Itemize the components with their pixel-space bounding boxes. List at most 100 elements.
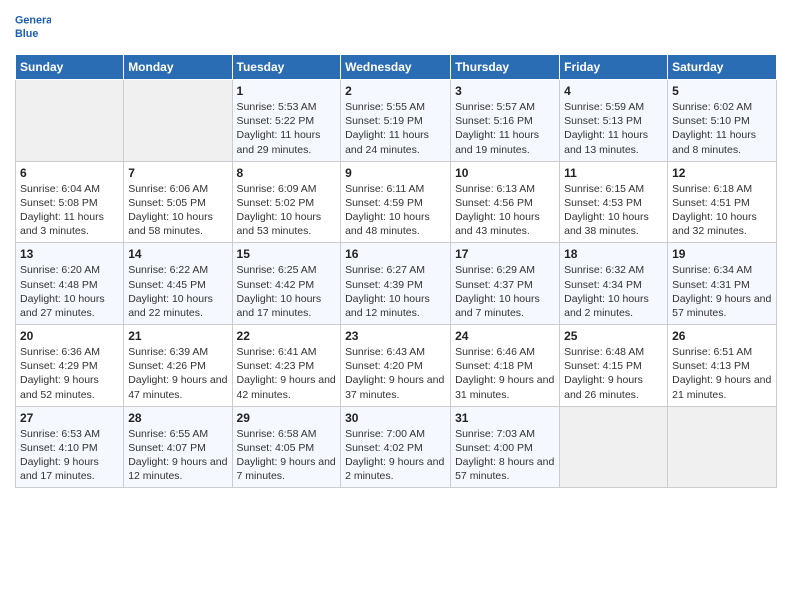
page: General Blue SundayMondayTuesdayWednesda… [0,0,792,612]
day-info: Sunrise: 7:03 AM Sunset: 4:00 PM Dayligh… [455,427,555,484]
day-number: 2 [345,84,446,98]
day-number: 10 [455,166,555,180]
weekday-header-friday: Friday [560,55,668,80]
weekday-header-wednesday: Wednesday [341,55,451,80]
day-info: Sunrise: 6:18 AM Sunset: 4:51 PM Dayligh… [672,182,772,239]
day-number: 13 [20,247,119,261]
calendar-cell: 10 Sunrise: 6:13 AM Sunset: 4:56 PM Dayli… [451,161,560,243]
day-info: Sunrise: 6:43 AM Sunset: 4:20 PM Dayligh… [345,345,446,402]
day-number: 18 [564,247,663,261]
day-info: Sunrise: 6:55 AM Sunset: 4:07 PM Dayligh… [128,427,227,484]
calendar-cell: 4Sunrise: 5:59 AM Sunset: 5:13 PM Daylig… [560,80,668,162]
day-number: 9 [345,166,446,180]
day-number: 19 [672,247,772,261]
day-number: 15 [237,247,337,261]
day-info: Sunrise: 6:39 AM Sunset: 4:26 PM Dayligh… [128,345,227,402]
calendar-week-2: 6 Sunrise: 6:04 AM Sunset: 5:08 PM Daylig… [16,161,777,243]
calendar-cell: 25 Sunrise: 6:48 AM Sunset: 4:15 PM Dayli… [560,325,668,407]
calendar-cell: 27Sunrise: 6:53 AM Sunset: 4:10 PM Dayli… [16,406,124,488]
day-number: 23 [345,329,446,343]
day-info: Sunrise: 5:53 AM Sunset: 5:22 PM Dayligh… [237,100,337,157]
svg-text:Blue: Blue [15,28,38,40]
calendar-cell: 5 Sunrise: 6:02 AM Sunset: 5:10 PM Daylig… [668,80,777,162]
day-number: 28 [128,411,227,425]
calendar-cell: 12 Sunrise: 6:18 AM Sunset: 4:51 PM Dayli… [668,161,777,243]
day-info: Sunrise: 6:11 AM Sunset: 4:59 PM Dayligh… [345,182,446,239]
day-info: Sunrise: 6:20 AM Sunset: 4:48 PM Dayligh… [20,263,119,320]
day-info: Sunrise: 6:29 AM Sunset: 4:37 PM Dayligh… [455,263,555,320]
calendar-cell: 22Sunrise: 6:41 AM Sunset: 4:23 PM Dayli… [232,325,341,407]
day-info: Sunrise: 6:25 AM Sunset: 4:42 PM Dayligh… [237,263,337,320]
day-info: Sunrise: 6:41 AM Sunset: 4:23 PM Dayligh… [237,345,337,402]
day-info: Sunrise: 6:48 AM Sunset: 4:15 PM Dayligh… [564,345,663,402]
day-number: 1 [237,84,337,98]
weekday-header-sunday: Sunday [16,55,124,80]
calendar-cell [560,406,668,488]
calendar-week-3: 13 Sunrise: 6:20 AM Sunset: 4:48 PM Dayli… [16,243,777,325]
calendar-cell: 1 Sunrise: 5:53 AM Sunset: 5:22 PM Daylig… [232,80,341,162]
calendar-cell: 18 Sunrise: 6:32 AM Sunset: 4:34 PM Dayli… [560,243,668,325]
day-info: Sunrise: 6:09 AM Sunset: 5:02 PM Dayligh… [237,182,337,239]
day-info: Sunrise: 6:02 AM Sunset: 5:10 PM Dayligh… [672,100,772,157]
calendar-cell: 8 Sunrise: 6:09 AM Sunset: 5:02 PM Daylig… [232,161,341,243]
day-info: Sunrise: 6:06 AM Sunset: 5:05 PM Dayligh… [128,182,227,239]
logo-icon: General Blue [15,10,51,46]
day-number: 24 [455,329,555,343]
calendar-cell: 29Sunrise: 6:58 AM Sunset: 4:05 PM Dayli… [232,406,341,488]
calendar-cell: 19 Sunrise: 6:34 AM Sunset: 4:31 PM Dayli… [668,243,777,325]
day-number: 31 [455,411,555,425]
day-info: Sunrise: 6:22 AM Sunset: 4:45 PM Dayligh… [128,263,227,320]
svg-text:General: General [15,15,51,27]
calendar-cell: 2 Sunrise: 5:55 AM Sunset: 5:19 PM Daylig… [341,80,451,162]
calendar-cell: 14Sunrise: 6:22 AM Sunset: 4:45 PM Dayli… [124,243,232,325]
day-number: 21 [128,329,227,343]
day-info: Sunrise: 6:15 AM Sunset: 4:53 PM Dayligh… [564,182,663,239]
day-number: 8 [237,166,337,180]
day-number: 16 [345,247,446,261]
day-info: Sunrise: 6:58 AM Sunset: 4:05 PM Dayligh… [237,427,337,484]
day-number: 20 [20,329,119,343]
day-number: 3 [455,84,555,98]
day-info: Sunrise: 6:46 AM Sunset: 4:18 PM Dayligh… [455,345,555,402]
day-number: 17 [455,247,555,261]
calendar-cell: 15 Sunrise: 6:25 AM Sunset: 4:42 PM Dayli… [232,243,341,325]
day-info: Sunrise: 6:27 AM Sunset: 4:39 PM Dayligh… [345,263,446,320]
calendar-cell: 21 Sunrise: 6:39 AM Sunset: 4:26 PM Dayli… [124,325,232,407]
calendar-cell: 9 Sunrise: 6:11 AM Sunset: 4:59 PM Daylig… [341,161,451,243]
calendar-cell: 16 Sunrise: 6:27 AM Sunset: 4:39 PM Dayli… [341,243,451,325]
day-info: Sunrise: 6:13 AM Sunset: 4:56 PM Dayligh… [455,182,555,239]
day-number: 30 [345,411,446,425]
day-number: 7 [128,166,227,180]
day-number: 11 [564,166,663,180]
day-number: 6 [20,166,119,180]
day-info: Sunrise: 6:51 AM Sunset: 4:13 PM Dayligh… [672,345,772,402]
day-number: 25 [564,329,663,343]
day-number: 4 [564,84,663,98]
day-info: Sunrise: 5:55 AM Sunset: 5:19 PM Dayligh… [345,100,446,157]
calendar-cell: 23 Sunrise: 6:43 AM Sunset: 4:20 PM Dayli… [341,325,451,407]
calendar-cell: 7 Sunrise: 6:06 AM Sunset: 5:05 PM Daylig… [124,161,232,243]
logo: General Blue [15,10,51,46]
day-number: 26 [672,329,772,343]
calendar-cell [668,406,777,488]
day-info: Sunrise: 7:00 AM Sunset: 4:02 PM Dayligh… [345,427,446,484]
calendar-cell [124,80,232,162]
day-info: Sunrise: 6:04 AM Sunset: 5:08 PM Dayligh… [20,182,119,239]
calendar-week-4: 20 Sunrise: 6:36 AM Sunset: 4:29 PM Dayli… [16,325,777,407]
day-info: Sunrise: 5:57 AM Sunset: 5:16 PM Dayligh… [455,100,555,157]
calendar-cell: 13 Sunrise: 6:20 AM Sunset: 4:48 PM Dayli… [16,243,124,325]
calendar-cell: 11 Sunrise: 6:15 AM Sunset: 4:53 PM Dayli… [560,161,668,243]
calendar-header-row: SundayMondayTuesdayWednesdayThursdayFrid… [16,55,777,80]
day-info: Sunrise: 6:53 AM Sunset: 4:10 PM Dayligh… [20,427,119,484]
weekday-header-saturday: Saturday [668,55,777,80]
calendar-week-1: 1 Sunrise: 5:53 AM Sunset: 5:22 PM Daylig… [16,80,777,162]
day-info: Sunrise: 6:34 AM Sunset: 4:31 PM Dayligh… [672,263,772,320]
weekday-header-monday: Monday [124,55,232,80]
weekday-header-thursday: Thursday [451,55,560,80]
day-number: 12 [672,166,772,180]
weekday-header-tuesday: Tuesday [232,55,341,80]
calendar-cell: 3 Sunrise: 5:57 AM Sunset: 5:16 PM Daylig… [451,80,560,162]
day-info: Sunrise: 6:36 AM Sunset: 4:29 PM Dayligh… [20,345,119,402]
day-info: Sunrise: 6:32 AM Sunset: 4:34 PM Dayligh… [564,263,663,320]
day-number: 5 [672,84,772,98]
